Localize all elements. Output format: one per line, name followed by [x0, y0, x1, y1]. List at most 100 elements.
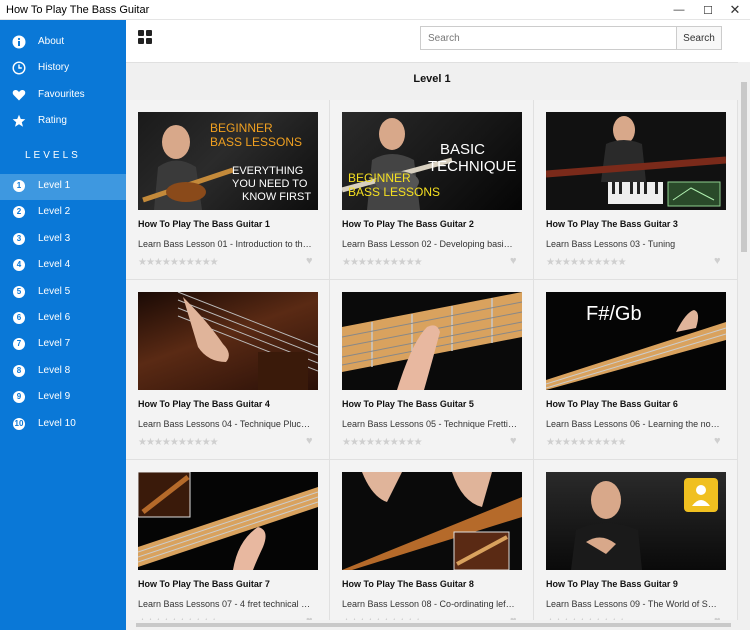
sidebar-item-level-8[interactable]: 8 Level 8: [0, 359, 126, 385]
sidebar-item-label: Level 10: [38, 418, 76, 429]
sidebar-item-level-4[interactable]: 4 Level 4: [0, 253, 126, 279]
sidebar-item-level-1[interactable]: 1 Level 1: [0, 174, 126, 200]
lesson-card-2[interactable]: BASIC TECHNIQUE BEGINNER BASS LESSONS Ho…: [330, 100, 534, 280]
lesson-card-6[interactable]: F#/Gb How To Play The Bass Guitar 6 Lear…: [534, 280, 738, 460]
thumb-text: KNOW FIRST: [242, 191, 312, 203]
thumb-text: YOU NEED TO: [232, 178, 308, 190]
card-subtitle: Learn Bass Lesson 08 - Co-ordinating lef…: [342, 599, 517, 609]
lesson-thumbnail: F#/Gb: [546, 292, 726, 390]
favourite-heart-icon[interactable]: ♥: [306, 435, 313, 447]
card-subtitle: Learn Bass Lessons 06 - Learning the not…: [546, 419, 721, 429]
level-number-icon: 9: [13, 391, 25, 403]
scrollbar-thumb[interactable]: [136, 623, 731, 627]
lesson-card-4[interactable]: How To Play The Bass Guitar 4 Learn Bass…: [126, 280, 330, 460]
title-bar: How To Play The Bass Guitar — ☐ ✕: [0, 0, 750, 20]
card-title: How To Play The Bass Guitar 9: [546, 579, 678, 589]
card-title: How To Play The Bass Guitar 7: [138, 579, 270, 589]
nav-favourites-label: Favourites: [38, 89, 85, 100]
card-title: How To Play The Bass Guitar 4: [138, 399, 270, 409]
card-subtitle: Learn Bass Lessons 03 - Tuning: [546, 239, 676, 249]
top-bar: Search: [126, 20, 750, 62]
favourite-heart-icon[interactable]: ♥: [714, 435, 721, 447]
card-subtitle: Learn Bass Lessons 07 - 4 fret technical…: [138, 599, 313, 609]
card-title: How To Play The Bass Guitar 2: [342, 219, 474, 229]
lesson-thumbnail: [342, 472, 522, 570]
star-icon: [12, 114, 26, 128]
sidebar-item-label: Level 1: [38, 180, 71, 191]
sidebar-item-level-6[interactable]: 6 Level 6: [0, 306, 126, 332]
favourite-heart-icon[interactable]: ♥: [306, 255, 313, 267]
sidebar-item-label: Level 4: [38, 259, 71, 270]
minimize-icon: —: [673, 4, 685, 16]
level-number-icon: 7: [13, 338, 25, 350]
card-subtitle: Learn Bass Lessons 05 - Technique Fretti…: [342, 419, 517, 429]
rating-stars[interactable]: ★★★★★★★★★★: [342, 437, 423, 448]
sidebar-item-label: Level 2: [38, 206, 71, 217]
lesson-card-3[interactable]: How To Play The Bass Guitar 3 Learn Bass…: [534, 100, 738, 280]
thumb-text: TECHNIQUE: [428, 158, 517, 175]
sidebar-item-level-3[interactable]: 3 Level 3: [0, 227, 126, 253]
sidebar-item-level-10[interactable]: 10 Level 10: [0, 412, 126, 438]
nav-history[interactable]: History: [0, 56, 126, 82]
maximize-button[interactable]: ☐: [693, 0, 723, 20]
page-title: Level 1: [413, 73, 451, 85]
clock-icon: [12, 61, 26, 75]
lesson-card-5[interactable]: How To Play The Bass Guitar 5 Learn Bass…: [330, 280, 534, 460]
sidebar: About History Favourites Rating LEVELS 1…: [0, 20, 126, 630]
favourite-heart-icon[interactable]: ♥: [714, 255, 721, 267]
lesson-card-8[interactable]: How To Play The Bass Guitar 8 Learn Bass…: [330, 460, 534, 620]
card-subtitle: Learn Bass Lesson 02 - Developing basic …: [342, 239, 517, 249]
level-number-icon: 5: [13, 286, 25, 298]
window-title: How To Play The Bass Guitar: [6, 4, 150, 16]
sidebar-item-level-9[interactable]: 9 Level 9: [0, 385, 126, 411]
nav-about-label: About: [38, 36, 65, 47]
info-icon: [12, 35, 26, 49]
levels-heading: LEVELS: [25, 150, 81, 161]
thumb-text: EVERYTHING: [232, 165, 304, 177]
thumb-text: BASIC: [440, 141, 486, 158]
grid-view-icon[interactable]: [138, 30, 152, 44]
lesson-thumbnail: [138, 292, 318, 390]
search-input[interactable]: [420, 26, 677, 50]
sidebar-item-level-2[interactable]: 2 Level 2: [0, 200, 126, 226]
sidebar-item-level-5[interactable]: 5 Level 5: [0, 280, 126, 306]
level-number-icon: 8: [13, 365, 25, 377]
lesson-thumbnail: [546, 112, 726, 210]
rating-stars[interactable]: ★★★★★★★★★★: [546, 257, 627, 268]
card-title: How To Play The Bass Guitar 8: [342, 579, 474, 589]
lesson-thumbnail: BEGINNER BASS LESSONS EVERYTHING YOU NEE…: [138, 112, 318, 210]
sidebar-item-label: Level 9: [38, 391, 71, 402]
vertical-scrollbar[interactable]: [738, 62, 750, 620]
nav-rating-label: Rating: [38, 115, 67, 126]
thumb-text: BEGINNER: [210, 121, 273, 135]
rating-stars[interactable]: ★★★★★★★★★★: [546, 437, 627, 448]
card-subtitle: Learn Bass Lesson 01 - Introduction to t…: [138, 239, 313, 249]
nav-about[interactable]: About: [0, 30, 126, 56]
lesson-thumbnail: [138, 472, 318, 570]
scrollbar-thumb[interactable]: [741, 82, 747, 252]
close-button[interactable]: ✕: [720, 0, 750, 20]
card-title: How To Play The Bass Guitar 6: [546, 399, 678, 409]
lesson-card-9[interactable]: How To Play The Bass Guitar 9 Learn Bass…: [534, 460, 738, 620]
maximize-icon: ☐: [703, 4, 713, 17]
lesson-card-7[interactable]: How To Play The Bass Guitar 7 Learn Bass…: [126, 460, 330, 620]
nav-favourites[interactable]: Favourites: [0, 83, 126, 109]
favourite-heart-icon[interactable]: ♥: [510, 255, 517, 267]
horizontal-scrollbar[interactable]: [126, 620, 750, 630]
card-title: How To Play The Bass Guitar 5: [342, 399, 474, 409]
nav-rating[interactable]: Rating: [0, 109, 126, 135]
sidebar-item-level-7[interactable]: 7 Level 7: [0, 332, 126, 358]
rating-stars[interactable]: ★★★★★★★★★★: [342, 257, 423, 268]
rating-stars[interactable]: ★★★★★★★★★★: [138, 257, 219, 268]
lessons-panel: Level 1 BEGINNER BASS LESSONS EVERYTHING…: [126, 62, 738, 620]
search-button[interactable]: Search: [676, 26, 722, 50]
thumb-text: BASS LESSONS: [210, 135, 303, 149]
nav-history-label: History: [38, 62, 70, 73]
level-number-icon: 1: [13, 180, 25, 192]
favourite-heart-icon[interactable]: ♥: [510, 435, 517, 447]
minimize-button[interactable]: —: [664, 0, 694, 20]
sidebar-item-label: Level 6: [38, 312, 71, 323]
rating-stars[interactable]: ★★★★★★★★★★: [138, 437, 219, 448]
lesson-thumbnail: [546, 472, 726, 570]
lesson-card-1[interactable]: BEGINNER BASS LESSONS EVERYTHING YOU NEE…: [126, 100, 330, 280]
